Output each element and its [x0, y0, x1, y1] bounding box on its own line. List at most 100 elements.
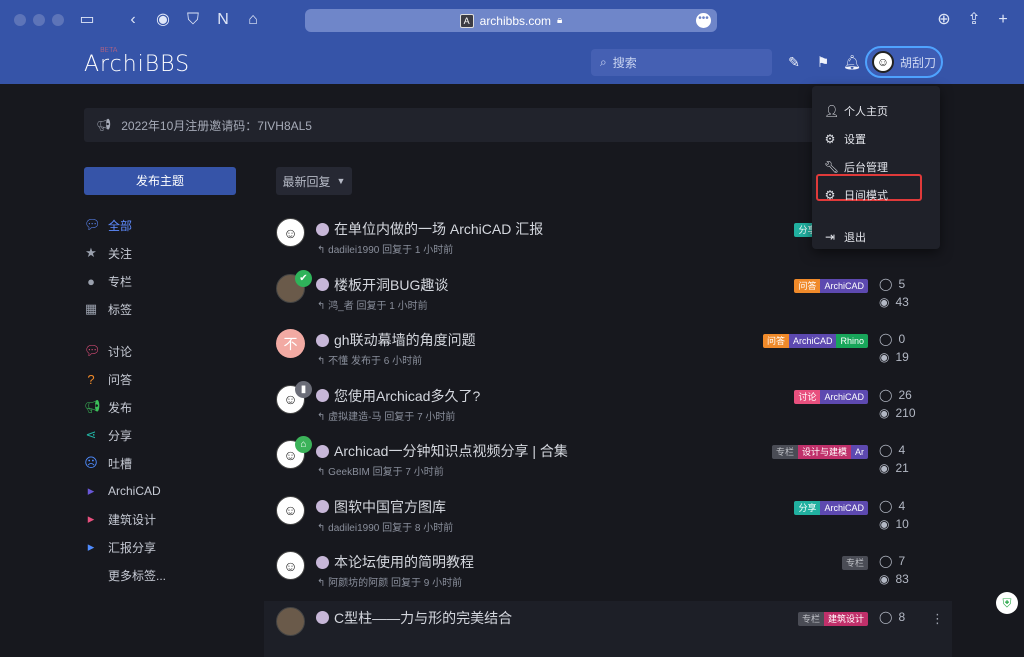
menu-item-label: 个人主页	[844, 106, 888, 118]
discussion-user[interactable]: 不懂	[328, 356, 348, 367]
discussion-time: 回复于 1 小时前	[353, 300, 428, 312]
tag-badge[interactable]: ArchiCAD	[820, 500, 868, 515]
sidebar-item[interactable]: 💬︎ 讨论	[84, 341, 236, 361]
tag-badge[interactable]: 讨论	[794, 389, 821, 404]
discussion-stats: ◯ 4 ◉ 10	[879, 497, 909, 533]
view-count: 43	[895, 294, 909, 309]
menu-item[interactable]: ⚙ 日间模式	[824, 186, 928, 204]
discussion-title[interactable]: gh联动幕墙的角度问题	[316, 330, 476, 350]
back-icon[interactable]: ‹	[122, 10, 144, 30]
tag-badge[interactable]: 问答	[762, 334, 789, 348]
menu-item[interactable]: 👤︎ 个人主页	[824, 102, 928, 120]
view-count: 21	[895, 461, 909, 475]
discussion-row[interactable]: ☺ 图软中国官方图库 ↰ dadilei1990 回复于 8 小时前 分享 ArchiC…	[264, 490, 952, 546]
sidebar-item[interactable]: 💬︎ 全部	[84, 215, 236, 235]
discussion-row[interactable]: ☺ ⌂ Archicad一分钟知识点视频分享 | 合集 ↰ GeekBIM 回复于 7…	[264, 434, 952, 490]
sidebar-item[interactable]: ● 专栏	[84, 271, 236, 291]
mini-avatar-icon	[316, 611, 329, 624]
discussion-title[interactable]: Archicad一分钟知识点视频分享 | 合集	[316, 441, 568, 461]
sidebar-item-label: 建筑设计	[108, 512, 157, 527]
discussion-user[interactable]: dadilei1990	[328, 245, 379, 256]
discussion-title[interactable]: 您使用Archicad多久了?	[316, 386, 480, 406]
shield-icon[interactable]: ⛨	[996, 592, 1018, 614]
tag-badge[interactable]: ArchiCAD	[820, 278, 868, 293]
window-controls[interactable]	[14, 14, 64, 26]
sidebar-item[interactable]: ▦ 标签	[84, 299, 236, 319]
user-menu-button[interactable]: ☺ 胡刮刀	[865, 46, 943, 78]
avatar[interactable]: ☺	[276, 218, 305, 247]
discussion-time: 回复于 1 小时前	[379, 245, 454, 256]
compose-icon[interactable]: ✎	[785, 53, 803, 71]
discussion-row[interactable]: ☺ 本论坛使用的简明教程 ↰ 阿颜坊的阿颜 回复于 9 小时前 专栏 ◯ 7 ◉ 83	[264, 545, 952, 601]
tag-badge[interactable]: ArchiCAD	[788, 334, 837, 348]
reply-count: 8	[898, 609, 906, 624]
menu-item[interactable]: 🔧︎ 后台管理	[824, 158, 928, 176]
tag-badge[interactable]: Ar	[851, 445, 868, 459]
home-icon[interactable]: ⌂	[242, 10, 264, 30]
megaphone-icon: 📢︎	[96, 118, 112, 132]
sidebar-item[interactable]: ▸ 汇报分享	[84, 537, 236, 557]
avatar: ☺	[872, 51, 894, 73]
tag-badge[interactable]: 专栏	[841, 556, 868, 570]
tag-badge[interactable]: ArchiCAD	[820, 389, 868, 404]
avatar[interactable]: ☺	[276, 551, 305, 580]
new-tab-icon[interactable]: +	[992, 10, 1014, 30]
discussion-user[interactable]: 虚拟建造-马	[328, 412, 381, 423]
discussion-user[interactable]: 鸿_者	[328, 301, 354, 312]
avatar[interactable]	[276, 606, 305, 636]
discussion-row[interactable]: ☺ ▮ 您使用Archicad多久了? ↰ 虚拟建造-马 回复于 7 小时前 讨论 Arc…	[264, 379, 952, 435]
search-input[interactable]: ⌕ 搜索	[591, 49, 772, 76]
tag-badge[interactable]: 问答	[794, 278, 821, 293]
flag-icon[interactable]: ⚑	[814, 53, 832, 71]
discussion-user[interactable]: dadilei1990	[328, 523, 379, 534]
more-options-icon[interactable]: ⋮	[931, 611, 944, 627]
discussion-row[interactable]: 不 gh联动幕墙的角度问题 ↰ 不懂 发布于 6 小时前 问答 ArchiCAD Rhin…	[264, 323, 952, 379]
sidebar-item-label: 问答	[108, 372, 133, 387]
mini-avatar-icon	[316, 500, 329, 513]
sidebar-item[interactable]: ? 问答	[84, 369, 236, 389]
discussion-title-text: 图软中国官方图库	[334, 498, 446, 515]
discussion-title[interactable]: 楼板开洞BUG趣谈	[316, 275, 448, 295]
sidebar-item[interactable]: ▸ ArchiCAD	[84, 481, 236, 501]
tag-badge[interactable]: Rhino	[836, 334, 868, 348]
menu-item[interactable]: ⚙ 设置	[824, 130, 928, 148]
sidebar-item[interactable]: ⋖ 分享	[84, 425, 236, 445]
tag-badge[interactable]: 专栏	[797, 611, 824, 626]
discussion-meta: ↰ GeekBIM 回复于 7 小时前	[317, 463, 444, 478]
sidebar-item-label: 汇报分享	[108, 540, 157, 555]
site-logo[interactable]: BETA ArchiBBS	[84, 46, 190, 77]
share-icon[interactable]: ⇪	[963, 10, 985, 30]
discussion-title-text: 本论坛使用的简明教程	[334, 554, 474, 570]
download-icon[interactable]: ⊕	[933, 10, 955, 30]
bell-icon[interactable]: 🔔︎	[843, 53, 861, 71]
notion-icon[interactable]: N	[212, 10, 234, 30]
menu-item[interactable]: ⇥ 退出	[824, 228, 928, 246]
more-icon[interactable]: •••	[696, 13, 711, 28]
discussion-title[interactable]: 本论坛使用的简明教程	[316, 552, 474, 572]
discussion-row[interactable]: ✔ 楼板开洞BUG趣谈 ↰ 鸿_者 回复于 1 小时前 问答 ArchiCAD ◯ 5 ◉ 43	[264, 268, 952, 324]
address-bar[interactable]: A archibbs.com 🔒︎ •••	[305, 9, 717, 32]
avatar[interactable]: 不	[276, 329, 305, 358]
discussion-user[interactable]: 阿颜坊的阿颜	[328, 578, 388, 589]
tag-badge[interactable]: 设计与建模	[797, 445, 851, 459]
avatar[interactable]: ☺	[276, 495, 305, 525]
sidebar-item[interactable]: ☹ 吐槽	[84, 453, 236, 473]
discussion-title[interactable]: 图软中国官方图库	[316, 497, 446, 517]
discussion-title[interactable]: 在单位内做的一场 ArchiCAD 汇报	[316, 219, 543, 239]
tag-badge[interactable]: 建筑设计	[823, 611, 868, 626]
bitwarden-icon[interactable]: ⛉	[182, 10, 204, 30]
sidebar-item[interactable]: 📢︎ 发布	[84, 397, 236, 417]
sidebar-item[interactable]: ★ 关注	[84, 243, 236, 263]
extension-icon[interactable]: ◉	[152, 10, 174, 30]
discussion-title[interactable]: C型柱——力与形的完美结合	[316, 608, 512, 628]
sidebar-toggle-icon[interactable]: ▭	[76, 10, 98, 30]
sidebar-item[interactable]: ▸ 建筑设计	[84, 509, 236, 529]
check-badge-icon: ✔	[295, 269, 312, 287]
sort-dropdown[interactable]: 最新回复 ▼	[276, 167, 352, 195]
discussion-user[interactable]: GeekBIM	[328, 467, 370, 478]
tag-badge[interactable]: 专栏	[771, 445, 798, 459]
discussion-row[interactable]: C型柱——力与形的完美结合 专栏 建筑设计 ◯ 8 ⋮	[264, 600, 952, 657]
publish-topic-button[interactable]: 发布主题	[84, 167, 236, 195]
sidebar-item[interactable]: 更多标签...	[84, 565, 236, 585]
tag-badge[interactable]: 分享	[794, 500, 821, 515]
